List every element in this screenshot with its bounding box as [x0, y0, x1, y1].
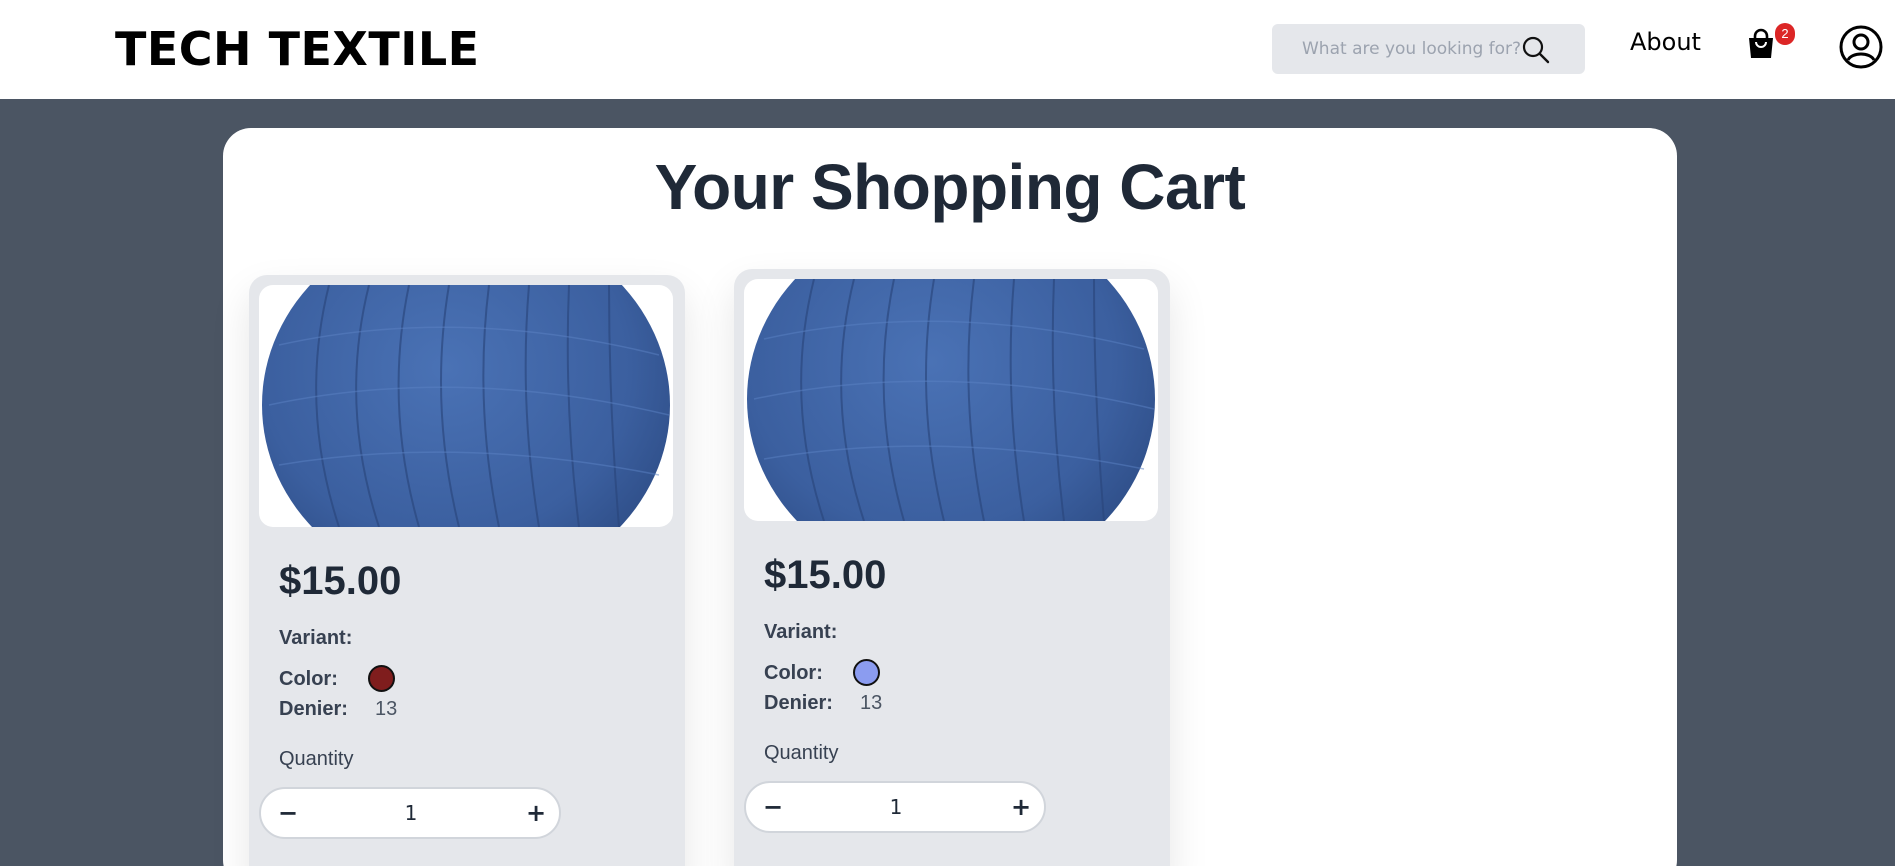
yarn-ball-image — [262, 285, 670, 527]
increase-quantity-button[interactable]: + — [511, 789, 561, 837]
item-price: $15.00 — [279, 559, 402, 603]
color-label: Color: — [279, 668, 338, 690]
top-navbar: TECH TEXTILE About 2 — [0, 0, 1895, 99]
about-link[interactable]: About — [1630, 28, 1701, 56]
item-price: $15.00 — [764, 553, 887, 597]
brand-logo[interactable]: TECH TEXTILE — [115, 22, 480, 76]
shopping-bag-icon[interactable] — [1746, 28, 1776, 60]
variant-label: Variant: — [764, 621, 838, 643]
quantity-input[interactable] — [341, 797, 481, 829]
denier-label: Denier: — [764, 692, 833, 714]
product-image[interactable] — [744, 279, 1158, 521]
increase-quantity-button[interactable]: + — [996, 783, 1046, 831]
color-label: Color: — [764, 662, 823, 684]
cart-panel: Your Shopping Cart $15.00 Variant: Color… — [223, 128, 1677, 866]
cart-item-card: $15.00 Variant: Color: Denier: 13 Quanti… — [249, 275, 685, 866]
yarn-ball-image — [747, 279, 1155, 521]
search-input[interactable] — [1272, 24, 1532, 74]
page-title: Your Shopping Cart — [654, 151, 1246, 223]
quantity-label: Quantity — [764, 742, 839, 764]
denier-value: 13 — [860, 692, 883, 714]
cart-count-badge: 2 — [1775, 23, 1795, 45]
cart-item-card: $15.00 Variant: Color: Denier: 13 Quanti… — [734, 269, 1170, 866]
product-image[interactable] — [259, 285, 673, 527]
decrease-quantity-button[interactable]: − — [263, 789, 313, 837]
color-swatch — [368, 665, 395, 692]
quantity-stepper: − + — [259, 787, 561, 839]
search-icon[interactable] — [1520, 34, 1552, 66]
quantity-stepper: − + — [744, 781, 1046, 833]
variant-label: Variant: — [279, 627, 353, 649]
denier-value: 13 — [375, 698, 398, 720]
quantity-input[interactable] — [826, 791, 966, 823]
decrease-quantity-button[interactable]: − — [748, 783, 798, 831]
color-swatch — [853, 659, 880, 686]
user-account-icon[interactable] — [1838, 24, 1884, 70]
denier-label: Denier: — [279, 698, 348, 720]
quantity-label: Quantity — [279, 748, 354, 770]
